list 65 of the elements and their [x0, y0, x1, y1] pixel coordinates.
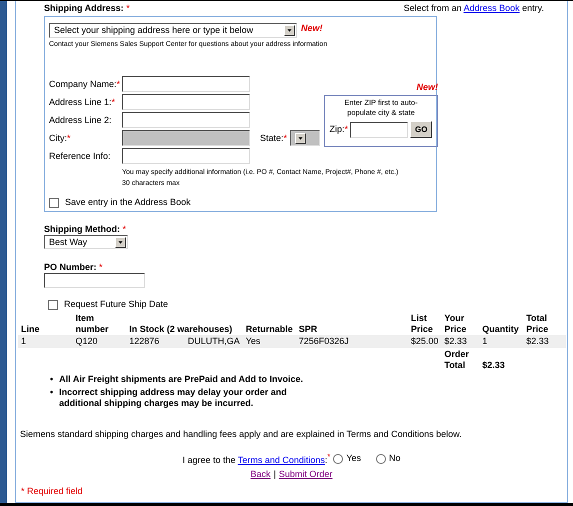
table-cell: DULUTH,GA	[188, 336, 240, 347]
po-number-field[interactable]	[44, 273, 145, 288]
go-button[interactable]: GO	[410, 121, 432, 138]
radio-button[interactable]	[333, 454, 344, 464]
agreement-text: I agree to the	[182, 455, 236, 465]
field-label: Reference Info:	[49, 150, 112, 162]
back-link[interactable]: Back	[250, 469, 271, 480]
checkbox[interactable]	[49, 198, 59, 208]
bullet: •	[50, 374, 54, 385]
state-label: State:*	[260, 132, 288, 144]
field-label: Address Line 1:*	[49, 96, 116, 108]
submit-order-link[interactable]: Submit Order	[278, 469, 332, 480]
shipping-address-label: Shipping Address: *	[44, 2, 130, 14]
address-dropdown[interactable]: Select your shipping address here or type it below	[49, 23, 297, 38]
field-label: Address Line 2:	[49, 114, 113, 126]
table-cell: Q120	[72, 335, 126, 348]
zip-field[interactable]	[350, 122, 408, 138]
input-field[interactable]	[122, 76, 250, 92]
po-number-label: PO Number: *	[44, 262, 103, 273]
input-field[interactable]	[122, 94, 250, 110]
zip-label: Zip:*	[330, 124, 348, 135]
shipping-note: Incorrect shipping address may delay your order and additional shipping charges may be incurred.	[59, 387, 288, 409]
checkbox-label: Request Future Ship Date	[64, 299, 168, 310]
input-field[interactable]	[122, 148, 250, 164]
column-header: Quantity	[479, 313, 524, 335]
column-header: Your Price	[441, 313, 480, 335]
table-cell: 1	[479, 335, 524, 348]
table-cell: Yes	[242, 335, 296, 348]
agreement-text: :$^{*}$	[324, 455, 330, 465]
table-cell: $2.33	[523, 335, 566, 348]
link-separator: |	[274, 469, 276, 480]
shipping-method-label: Shipping Method: *	[44, 224, 126, 235]
column-header: In Stock (2 warehouses)	[126, 313, 243, 335]
checkbox-label: Save entry in the Address Book	[65, 197, 191, 208]
address-book-text: Select from an	[404, 2, 462, 12]
shipping-note: All Air Freight shipments are PrePaid and Add to Invoice.	[59, 374, 304, 385]
radio-label: Yes	[346, 453, 362, 464]
address-book-link[interactable]: Address Book	[464, 2, 520, 12]
column-header: SPR	[296, 313, 408, 335]
table-cell: $2.33	[441, 335, 480, 348]
table-cell: 7256F0326J	[296, 335, 408, 348]
field-label: City:*	[49, 132, 72, 144]
column-header: Returnable	[242, 313, 296, 335]
order-total-value: $2.33	[482, 360, 505, 370]
table-cell: $25.00	[408, 335, 442, 348]
radio-button[interactable]	[376, 454, 386, 464]
new-label: New!	[301, 23, 323, 34]
shipping-charges-note: Siemens standard shipping charges and handling fees apply and are explained in Terms and Conditions below.	[20, 429, 463, 440]
bullet: •	[50, 387, 54, 399]
order-total-label: Order Total	[444, 349, 469, 370]
table-cell: 122876	[129, 336, 160, 347]
checkbox[interactable]	[48, 300, 58, 310]
required-field-note: * Required field	[21, 486, 84, 497]
field-label: Company Name:*	[49, 78, 122, 90]
column-header: Total Price	[523, 313, 566, 335]
column-header: Line	[18, 313, 72, 335]
table-cell: 1	[18, 335, 72, 348]
radio-label: No	[389, 453, 401, 464]
terms-link[interactable]: Terms and Conditions	[238, 455, 325, 465]
input-field[interactable]	[122, 112, 250, 128]
column-header: List Price	[408, 313, 442, 335]
column-header: Item number	[72, 313, 126, 335]
new-label: New!	[416, 82, 438, 92]
address-book-text: entry.	[522, 2, 544, 12]
shipping-method-dropdown[interactable]: Best Way	[44, 235, 128, 249]
